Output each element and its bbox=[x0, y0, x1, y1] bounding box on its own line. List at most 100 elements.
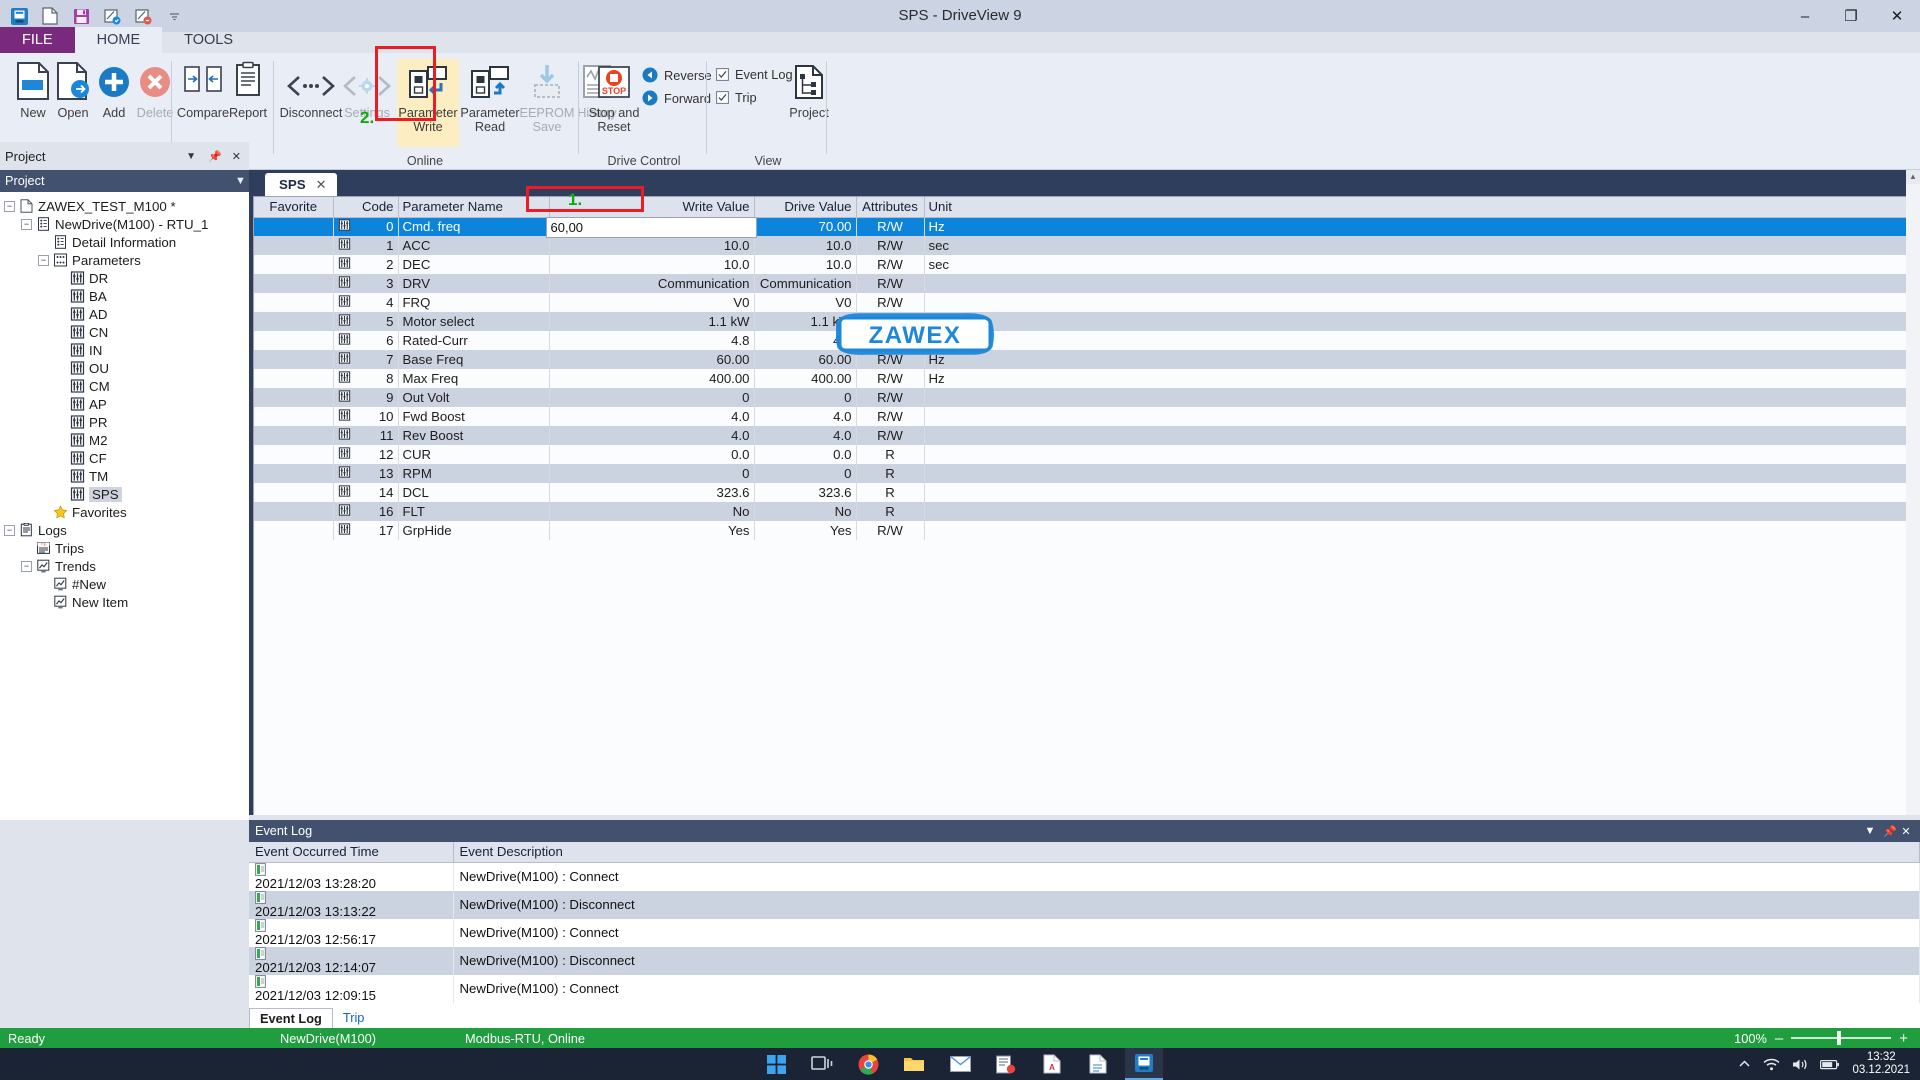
cell-favorite[interactable] bbox=[254, 293, 334, 312]
event-log-row[interactable]: 2021/12/03 12:09:15 NewDrive(M100) : Conn… bbox=[249, 974, 1920, 1003]
collapse-panel-icon[interactable]: ▼ bbox=[180, 151, 202, 162]
tree-item-trends[interactable]: − Trends bbox=[4, 557, 249, 575]
cell-write-value[interactable]: 323.6 bbox=[549, 483, 755, 502]
cell-favorite[interactable] bbox=[254, 255, 334, 274]
cell-favorite[interactable] bbox=[254, 407, 334, 426]
tree-item-trips[interactable]: Trip Trips bbox=[4, 539, 249, 557]
tree-toggle-icon[interactable]: − bbox=[21, 560, 32, 572]
tree-item-detail-information[interactable]: Detail Information bbox=[4, 233, 249, 251]
parameter-write-button[interactable]: Parameter Write bbox=[397, 59, 459, 147]
cell-favorite[interactable] bbox=[254, 312, 334, 331]
zoom-slider-thumb[interactable] bbox=[1837, 1031, 1842, 1045]
table-row[interactable]: 9 Out Volt 0 0 R/W bbox=[254, 388, 1915, 407]
document-tab-sps[interactable]: SPS ✕ bbox=[265, 173, 337, 196]
taskbar-clock[interactable]: 13:32 03.12.2021 bbox=[1852, 1051, 1910, 1077]
tree-toggle-icon[interactable]: − bbox=[21, 218, 32, 230]
stop-and-reset-button[interactable]: STOP Stop and Reset bbox=[585, 59, 643, 147]
app-icon[interactable] bbox=[8, 5, 30, 27]
cell-write-value[interactable]: 400.00 bbox=[549, 369, 755, 388]
table-row[interactable]: 16 FLT No No R bbox=[254, 502, 1915, 521]
tree-item-in[interactable]: IN bbox=[4, 341, 249, 359]
mail-icon[interactable] bbox=[941, 1048, 979, 1080]
tree-item-logs[interactable]: − Logs bbox=[4, 521, 249, 539]
close-panel-icon[interactable]: ✕ bbox=[228, 150, 249, 163]
table-row[interactable]: 7 Base Freq 60.00 60.00 R/W Hz bbox=[254, 350, 1915, 369]
cell-write-value[interactable]: 4.0 bbox=[549, 426, 755, 445]
tree-item-m2[interactable]: M2 bbox=[4, 431, 249, 449]
cell-write-value[interactable]: V0 bbox=[549, 293, 755, 312]
parameter-read-button[interactable]: Parameter Read bbox=[460, 59, 520, 147]
table-row[interactable]: 3 DRV Communication Communication R/W bbox=[254, 274, 1915, 293]
cell-write-value[interactable]: Communication bbox=[549, 274, 755, 293]
tree-item-ou[interactable]: OU bbox=[4, 359, 249, 377]
tab-event-log[interactable]: Event Log bbox=[249, 1008, 333, 1028]
cell-favorite[interactable] bbox=[254, 236, 334, 255]
trip-checkbox[interactable]: Trip bbox=[716, 90, 757, 105]
table-row[interactable]: 2 DEC 10.0 10.0 R/W sec bbox=[254, 255, 1915, 274]
cell-favorite[interactable] bbox=[254, 483, 334, 502]
cell-write-value[interactable]: Yes bbox=[549, 521, 755, 540]
tab-tools[interactable]: TOOLS bbox=[162, 27, 255, 53]
cell-favorite[interactable] bbox=[254, 217, 334, 236]
event-log-row[interactable]: 2021/12/03 13:28:20 NewDrive(M100) : Conn… bbox=[249, 862, 1920, 891]
cell-favorite[interactable] bbox=[254, 426, 334, 445]
tree-item-cf[interactable]: CF bbox=[4, 449, 249, 467]
tree-item-newdrive-m100-rtu-1[interactable]: − NewDrive(M100) - RTU_1 bbox=[4, 215, 249, 233]
zoom-slider[interactable] bbox=[1791, 1031, 1892, 1045]
explorer-icon[interactable] bbox=[895, 1048, 933, 1080]
column-header-unit[interactable]: Unit bbox=[924, 197, 1915, 218]
write-value-input[interactable]: 60,00 bbox=[545, 216, 757, 238]
event-log-row[interactable]: 2021/12/03 13:13:22 NewDrive(M100) : Disc… bbox=[249, 890, 1920, 919]
table-row[interactable]: 8 Max Freq 400.00 400.00 R/W Hz bbox=[254, 369, 1915, 388]
tree-item-pr[interactable]: PR bbox=[4, 413, 249, 431]
cell-write-value[interactable]: 1.1 kW bbox=[549, 312, 755, 331]
event-log-column-description[interactable]: Event Description bbox=[453, 842, 1920, 863]
document-vertical-scrollbar[interactable]: ▲ bbox=[1906, 170, 1920, 815]
cell-favorite[interactable] bbox=[254, 331, 334, 350]
table-row[interactable]: 12 CUR 0.0 0.0 R bbox=[254, 445, 1915, 464]
scroll-up-arrow-icon[interactable]: ▲ bbox=[1906, 170, 1920, 184]
table-row[interactable]: 10 Fwd Boost 4.0 4.0 R/W bbox=[254, 407, 1915, 426]
cell-favorite[interactable] bbox=[254, 388, 334, 407]
disconnect-button[interactable]: Disconnect bbox=[280, 59, 342, 147]
tab-file[interactable]: FILE bbox=[0, 27, 75, 53]
cell-write-value[interactable]: 10.0 bbox=[549, 255, 755, 274]
param-read-icon[interactable] bbox=[132, 5, 154, 27]
zoom-in-button[interactable]: + bbox=[1899, 1030, 1908, 1047]
pdf-icon[interactable]: A bbox=[1033, 1048, 1071, 1080]
chevron-down-icon[interactable]: ▼ bbox=[232, 175, 249, 187]
column-header-favorite[interactable]: Favorite bbox=[254, 197, 334, 218]
tree-item-ba[interactable]: BA bbox=[4, 287, 249, 305]
doc-icon[interactable] bbox=[1079, 1048, 1117, 1080]
tree-item-tm[interactable]: TM bbox=[4, 467, 249, 485]
pin-icon[interactable]: 📌 bbox=[202, 150, 228, 163]
app2-icon[interactable] bbox=[987, 1048, 1025, 1080]
table-row[interactable]: 11 Rev Boost 4.0 4.0 R/W bbox=[254, 426, 1915, 445]
tab-trip[interactable]: Trip bbox=[333, 1008, 375, 1028]
tree-item-dr[interactable]: DR bbox=[4, 269, 249, 287]
new-icon[interactable] bbox=[39, 5, 61, 27]
cell-write-value[interactable]: 0 bbox=[549, 464, 755, 483]
close-icon[interactable]: ✕ bbox=[1900, 825, 1920, 838]
table-row[interactable]: 1 ACC 10.0 10.0 R/W sec bbox=[254, 236, 1915, 255]
document-tab-close-icon[interactable]: ✕ bbox=[316, 177, 327, 193]
cell-write-value[interactable]: 0.0 bbox=[549, 445, 755, 464]
wifi-icon[interactable] bbox=[1763, 1058, 1780, 1071]
cell-favorite[interactable] bbox=[254, 445, 334, 464]
save-icon[interactable] bbox=[70, 5, 92, 27]
tree-toggle-icon[interactable]: − bbox=[4, 524, 15, 536]
column-header-parameter-name[interactable]: Parameter Name bbox=[398, 197, 550, 218]
tree-item-ad[interactable]: AD bbox=[4, 305, 249, 323]
cell-write-value[interactable]: 4.0 bbox=[549, 407, 755, 426]
chrome-icon[interactable] bbox=[849, 1048, 887, 1080]
taskview-icon[interactable] bbox=[803, 1048, 841, 1080]
tab-home[interactable]: HOME bbox=[74, 27, 163, 53]
cell-favorite[interactable] bbox=[254, 464, 334, 483]
start-icon[interactable] bbox=[757, 1048, 795, 1080]
param-write-icon[interactable] bbox=[101, 5, 123, 27]
event-log-row[interactable]: 2021/12/03 12:56:17 NewDrive(M100) : Conn… bbox=[249, 918, 1920, 947]
cell-favorite[interactable] bbox=[254, 521, 334, 540]
column-header-attributes[interactable]: Attributes bbox=[856, 197, 925, 218]
table-row[interactable]: 5Motor select1.1 kW1.1 kWR/W bbox=[254, 312, 1915, 331]
tree-item-new[interactable]: #New bbox=[4, 575, 249, 593]
